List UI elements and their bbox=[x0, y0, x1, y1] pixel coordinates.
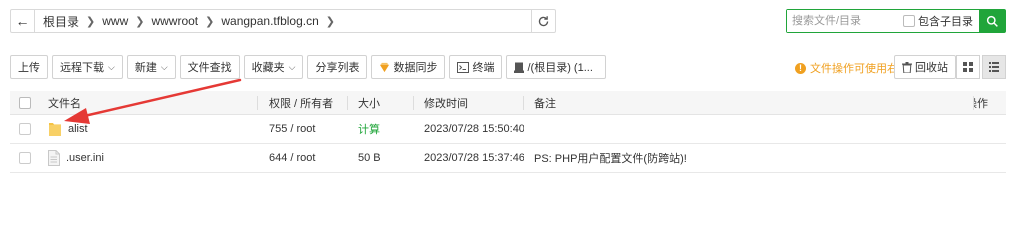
mtime-cell: 2023/07/28 15:50:40 bbox=[424, 123, 524, 135]
remote-download-label: 远程下载 bbox=[60, 62, 104, 74]
trash-icon bbox=[902, 61, 912, 73]
favorites-button[interactable]: 收藏夹 ⌵ bbox=[243, 55, 304, 79]
new-label: 新建 bbox=[134, 62, 157, 74]
chevron-down-icon: ⌵ bbox=[108, 61, 115, 72]
file-name[interactable]: alist bbox=[68, 123, 88, 135]
breadcrumb-site[interactable]: wangpan.tfblog.cn bbox=[219, 14, 320, 28]
list-view-icon bbox=[989, 62, 999, 72]
table-header: 文件名 权限 / 所有者 大小 修改时间 备注 操作 bbox=[10, 91, 1006, 115]
header-name[interactable]: 文件名 bbox=[40, 91, 258, 114]
upload-button[interactable]: 上传 bbox=[10, 55, 48, 79]
file-icon bbox=[48, 150, 60, 166]
chevron-right-icon: ❯ bbox=[325, 15, 335, 28]
mtime-cell: 2023/07/28 15:37:46 bbox=[424, 152, 524, 164]
file-search-button[interactable]: 文件查找 bbox=[179, 55, 240, 79]
name-cell[interactable]: .user.ini bbox=[40, 150, 258, 166]
breadcrumb: 根目录 ❯ www ❯ wwwroot ❯ wangpan.tfblog.cn … bbox=[35, 10, 531, 32]
new-button[interactable]: 新建 ⌵ bbox=[126, 55, 176, 79]
perm-cell[interactable]: 644 / root bbox=[258, 152, 348, 164]
row-checkbox[interactable] bbox=[19, 123, 31, 135]
share-list-button[interactable]: 分享列表 bbox=[307, 55, 368, 79]
file-table: 文件名 权限 / 所有者 大小 修改时间 备注 操作 alist 755 / r… bbox=[10, 91, 1006, 173]
terminal-icon bbox=[457, 61, 470, 73]
refresh-icon bbox=[538, 15, 549, 26]
breadcrumb-wwwroot[interactable]: wwwroot bbox=[149, 14, 200, 28]
chevron-down-icon: ⌵ bbox=[288, 61, 296, 72]
recycle-bin-button[interactable]: 回收站 bbox=[894, 55, 956, 79]
disk-label: /(根目录) (1... bbox=[527, 62, 593, 74]
table-row[interactable]: alist 755 / root 计算 2023/07/28 15:50:40 bbox=[10, 115, 1006, 144]
name-cell[interactable]: alist bbox=[40, 121, 258, 137]
file-name[interactable]: .user.ini bbox=[66, 152, 104, 164]
header-mtime[interactable]: 修改时间 bbox=[414, 91, 524, 114]
header-note: 备注 bbox=[524, 91, 974, 114]
grid-view-button[interactable] bbox=[956, 55, 980, 79]
sync-icon bbox=[379, 62, 390, 73]
data-sync-label: 数据同步 bbox=[393, 62, 438, 74]
right-click-tip: ! 文件操作可使用右键 bbox=[795, 60, 909, 76]
search-box: 包含子目录 bbox=[786, 9, 1006, 33]
grid-view-icon bbox=[963, 62, 973, 72]
size-cell: 50 B bbox=[358, 152, 381, 164]
include-subdir-label: 包含子目录 bbox=[918, 16, 973, 28]
info-icon: ! bbox=[795, 62, 806, 74]
favorites-label: 收藏夹 bbox=[251, 62, 285, 74]
header-ops: 操作 bbox=[974, 97, 988, 110]
list-view-button[interactable] bbox=[982, 55, 1006, 79]
share-list-label: 分享列表 bbox=[315, 62, 360, 74]
chevron-right-icon: ❯ bbox=[205, 15, 215, 28]
file-search-label: 文件查找 bbox=[187, 62, 232, 74]
include-subdir-checkbox[interactable] bbox=[903, 15, 915, 27]
perm-cell[interactable]: 755 / root bbox=[258, 123, 348, 135]
toolbar: 上传 远程下载 ⌵ 新建 ⌵ 文件查找 收藏夹 ⌵ 分享列表 数据同步 终端 /(根目… bbox=[10, 55, 606, 79]
upload-label: 上传 bbox=[18, 62, 40, 74]
row-select-cell bbox=[10, 152, 40, 164]
breadcrumb-root[interactable]: 根目录 bbox=[41, 13, 81, 30]
folder-icon bbox=[49, 123, 61, 136]
chevron-right-icon: ❯ bbox=[135, 15, 145, 28]
terminal-button[interactable]: 终端 bbox=[449, 55, 503, 79]
header-perm[interactable]: 权限 / 所有者 bbox=[258, 91, 348, 114]
chevron-down-icon: ⌵ bbox=[160, 61, 168, 72]
search-button[interactable] bbox=[979, 10, 1005, 32]
disk-button[interactable]: /(根目录) (1... bbox=[506, 55, 606, 79]
search-input[interactable] bbox=[787, 10, 903, 32]
include-subdir-toggle[interactable]: 包含子目录 bbox=[903, 10, 979, 32]
path-bar: ← 根目录 ❯ www ❯ wwwroot ❯ wangpan.tfblog.c… bbox=[10, 9, 556, 33]
chevron-right-icon: ❯ bbox=[86, 15, 96, 28]
row-select-cell bbox=[10, 123, 40, 135]
terminal-label: 终端 bbox=[472, 62, 495, 74]
note-cell[interactable]: PS: PHP用户配置文件(防跨站)! bbox=[524, 150, 974, 166]
breadcrumb-www[interactable]: www bbox=[100, 14, 130, 28]
header-size[interactable]: 大小 bbox=[348, 91, 414, 114]
select-all-cell bbox=[10, 91, 40, 114]
row-checkbox[interactable] bbox=[19, 152, 31, 164]
arrow-left-icon: ← bbox=[15, 13, 30, 29]
table-row[interactable]: .user.ini 644 / root 50 B 2023/07/28 15:… bbox=[10, 144, 1006, 173]
data-sync-button[interactable]: 数据同步 bbox=[371, 55, 446, 79]
disk-icon bbox=[514, 62, 525, 73]
select-all-checkbox[interactable] bbox=[19, 96, 31, 109]
search-icon bbox=[986, 15, 998, 27]
recycle-bin-label: 回收站 bbox=[915, 62, 948, 74]
view-toggle bbox=[956, 55, 1006, 79]
back-button[interactable]: ← bbox=[11, 10, 35, 32]
refresh-button[interactable] bbox=[531, 10, 555, 32]
size-calc-link[interactable]: 计算 bbox=[348, 121, 414, 137]
remote-download-button[interactable]: 远程下载 ⌵ bbox=[52, 55, 123, 79]
